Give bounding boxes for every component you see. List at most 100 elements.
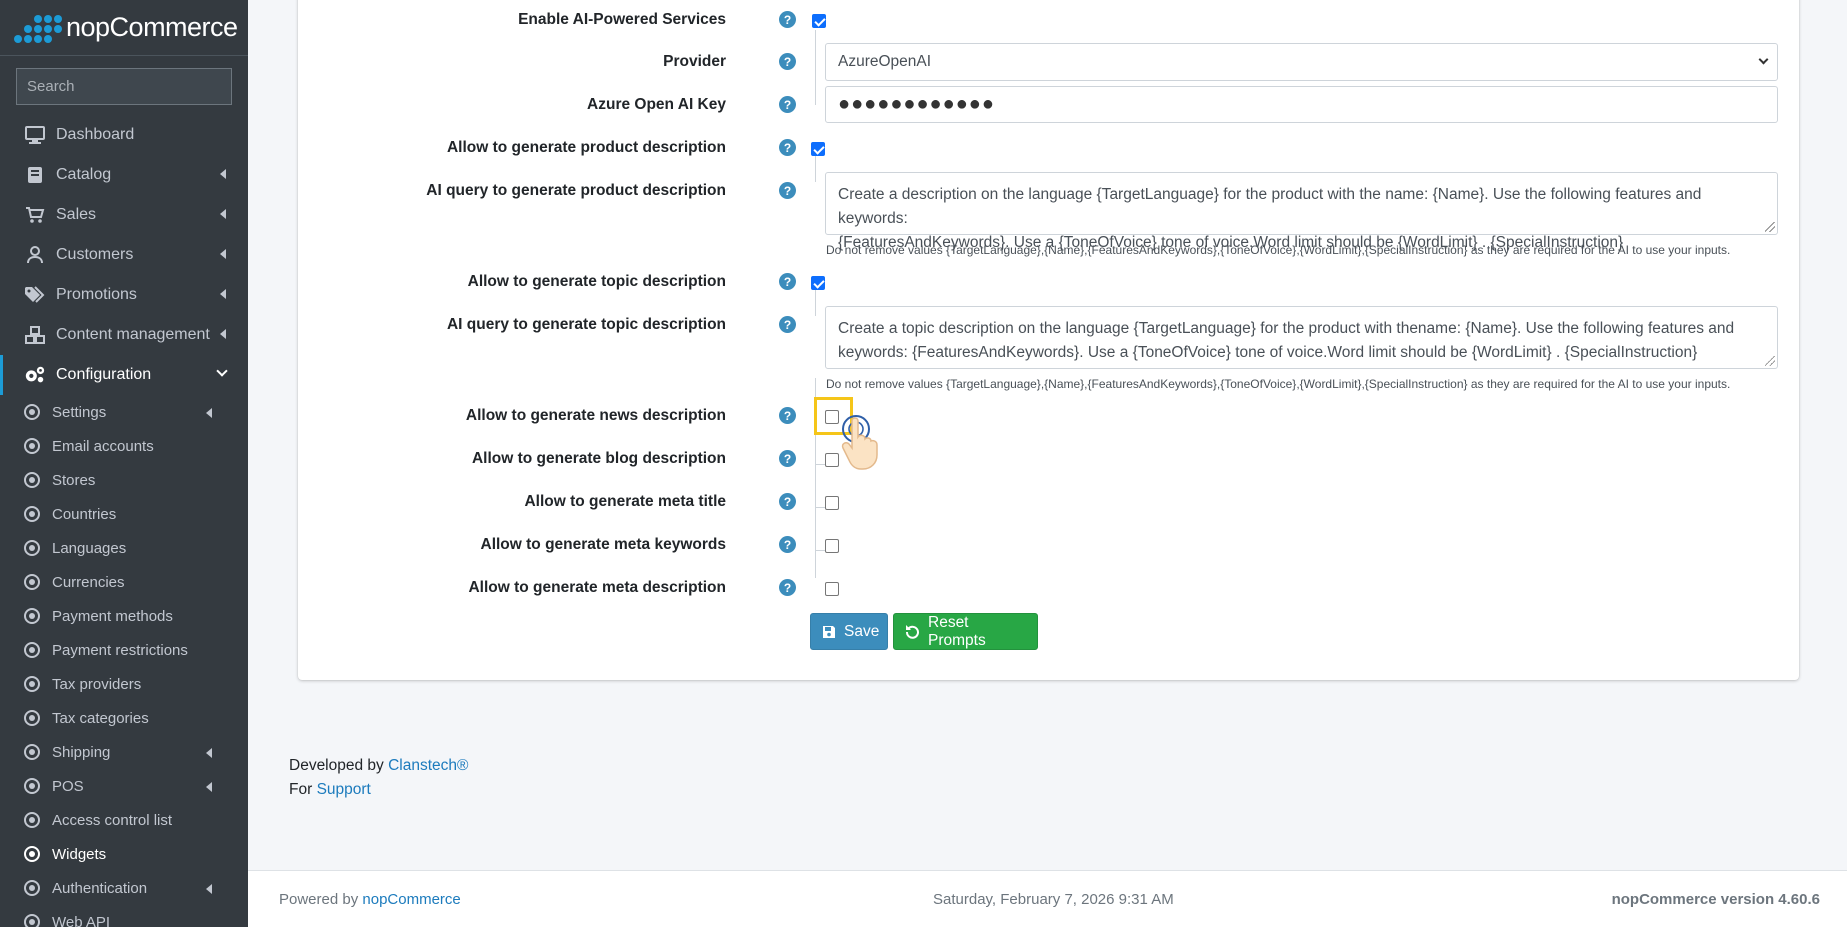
provider-selected-value: AzureOpenAI [838,53,932,70]
sidebar-subitem-label: Web API [52,913,111,927]
help-icon[interactable]: ? [779,536,796,553]
sidebar-item-content-management[interactable]: Content management [0,315,248,355]
sidebar-subitem-currencies[interactable]: Currencies [0,565,248,599]
search-input[interactable] [27,78,226,95]
footer-datetime: Saturday, February 7, 2026 9:31 AM [933,891,1174,908]
azure-key-label: Azure Open AI Key [587,96,726,113]
enable-ai-checkbox[interactable] [812,14,826,28]
chevron-left-icon [220,169,226,179]
help-icon[interactable]: ? [779,450,796,467]
powered-by-text: Powered by [279,891,359,908]
help-icon[interactable]: ? [779,139,796,156]
cart-icon [24,205,46,225]
sidebar-item-dashboard[interactable]: Dashboard [0,115,248,155]
circle-icon [24,778,40,794]
book-icon [24,165,46,185]
product-query-hint: Do not remove values {TargetLanguage},{N… [826,243,1731,257]
sidebar-subitem-web-api[interactable]: Web API [0,905,248,927]
allow-meta-keywords-checkbox[interactable] [825,539,839,553]
sidebar-item-label: Customers [56,246,134,263]
help-icon[interactable]: ? [779,53,796,70]
help-icon[interactable]: ? [779,273,796,290]
sidebar-item-label: Content management [56,326,210,343]
sidebar-item-label: Sales [56,206,97,223]
topic-query-textarea[interactable]: Create a topic description on the langua… [825,306,1778,369]
developer-link[interactable]: Clanstech® [388,757,468,774]
sidebar-subitem-label: Access control list [52,811,173,829]
hand-pointer-icon [841,415,878,470]
sidebar-subitem-authentication[interactable]: Authentication [0,871,248,905]
chevron-down-icon [216,365,228,377]
reset-prompts-label: Reset Prompts [928,613,986,649]
sidebar-subitem-label: POS [52,777,84,795]
sidebar-subitem-label: Tax categories [52,709,149,727]
sidebar-subitem-email-accounts[interactable]: Email accounts [0,429,248,463]
chevron-left-icon [206,782,212,792]
powered-by: Powered by nopCommerce [279,891,461,908]
azure-key-masked-value: ●●●●●●●●●●●● [838,93,995,115]
sidebar-subitem-label: Payment restrictions [52,641,188,659]
circle-icon [24,404,40,420]
sidebar-item-customers[interactable]: Customers [0,235,248,275]
textarea-line: Create a topic description on the langua… [838,320,1735,337]
circle-icon [24,812,40,828]
help-icon[interactable]: ? [779,493,796,510]
save-button[interactable]: Save [810,613,888,650]
circle-icon [24,914,40,927]
allow-topic-label: Allow to generate topic description [467,273,726,290]
sidebar-subitem-label: Settings [52,403,107,421]
circle-icon [24,608,40,624]
reset-prompts-button[interactable]: Reset Prompts [893,613,1038,650]
sidebar-subitem-payment-methods[interactable]: Payment methods [0,599,248,633]
allow-news-label: Allow to generate news description [465,407,726,424]
sidebar-subitem-access-control-list[interactable]: Access control list [0,803,248,837]
help-icon[interactable]: ? [779,182,796,199]
sidebar-item-configuration[interactable]: Configuration [0,355,248,395]
help-icon[interactable]: ? [779,407,796,424]
sidebar-item-catalog[interactable]: Catalog [0,155,248,195]
sidebar-item-promotions[interactable]: Promotions [0,275,248,315]
help-icon[interactable]: ? [779,96,796,113]
nopcommerce-logo-icon [12,9,62,47]
support-link[interactable]: Support [317,781,371,798]
brand[interactable]: nopCommerce [0,0,248,56]
resize-grip-icon[interactable] [1765,222,1775,232]
sidebar-subitem-tax-providers[interactable]: Tax providers [0,667,248,701]
sidebar-subitem-label: Currencies [52,573,125,591]
help-icon[interactable]: ? [779,11,796,28]
chevron-down-icon [1758,54,1769,65]
ai-settings-card: Enable AI-Powered Services ? Provider ? … [298,0,1799,680]
sidebar-subitem-payment-restrictions[interactable]: Payment restrictions [0,633,248,667]
sidebar-subitem-shipping[interactable]: Shipping [0,735,248,769]
allow-meta-title-checkbox[interactable] [825,496,839,510]
developer-credits: Developed by Clanstech® For Support [289,754,468,802]
topic-query-label: AI query to generate topic description [446,316,726,333]
sidebar-subitem-tax-categories[interactable]: Tax categories [0,701,248,735]
sidebar-subitem-countries[interactable]: Countries [0,497,248,531]
sidebar-subitem-widgets[interactable]: Widgets [0,837,248,871]
help-icon[interactable]: ? [779,316,796,333]
sidebar-item-label: Catalog [56,166,112,183]
sidebar-subitem-settings[interactable]: Settings [0,395,248,429]
provider-select[interactable]: AzureOpenAI [825,43,1778,81]
help-icon[interactable]: ? [779,579,796,596]
azure-key-input[interactable]: ●●●●●●●●●●●● [825,86,1778,123]
chevron-left-icon [206,748,212,758]
circle-icon [24,710,40,726]
allow-meta-description-checkbox[interactable] [825,582,839,596]
allow-product-checkbox[interactable] [811,142,825,156]
sidebar-subitem-languages[interactable]: Languages [0,531,248,565]
sidebar-subitem-pos[interactable]: POS [0,769,248,803]
nopcommerce-link[interactable]: nopCommerce [362,891,460,908]
textarea-line: Create a description on the language {Ta… [838,186,1702,227]
resize-grip-icon[interactable] [1765,356,1775,366]
allow-blog-checkbox[interactable] [825,453,839,467]
configuration-submenu: Settings Email accounts Stores Countries… [0,395,248,927]
sidebar-item-sales[interactable]: Sales [0,195,248,235]
sidebar-subitem-stores[interactable]: Stores [0,463,248,497]
tree-connector [815,464,825,465]
allow-topic-checkbox[interactable] [811,276,825,290]
tree-connector [815,152,816,182]
sidebar-subitem-label: Countries [52,505,117,523]
product-query-textarea[interactable]: Create a description on the language {Ta… [825,172,1778,251]
